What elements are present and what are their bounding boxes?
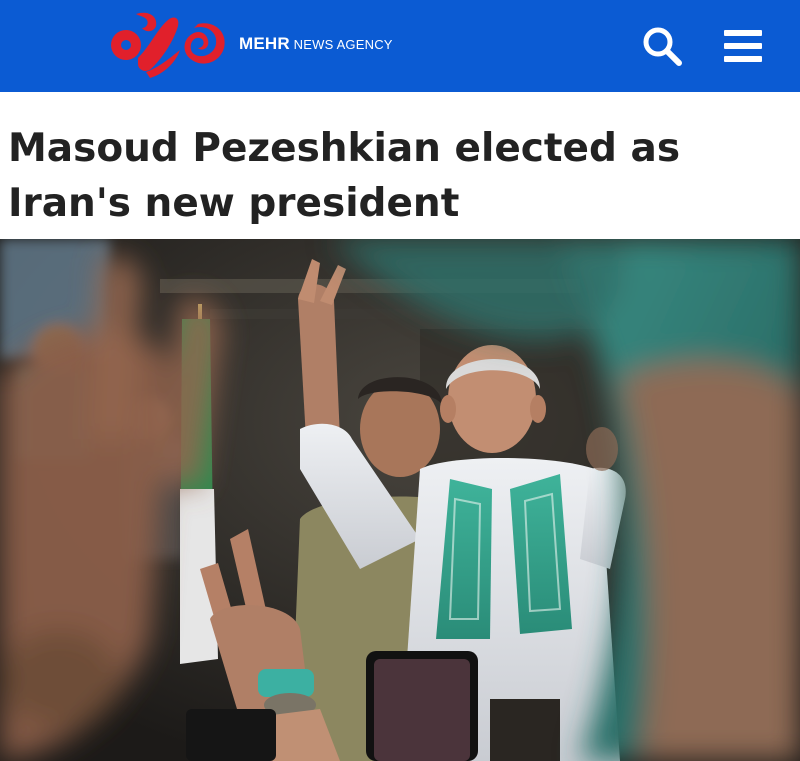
top-bar: MEHR NEWS AGENCY — [0, 0, 800, 92]
search-icon — [643, 27, 682, 66]
mehr-logo[interactable] — [106, 6, 232, 80]
hamburger-menu-icon — [724, 30, 762, 62]
article-photo — [0, 239, 800, 761]
brand-name[interactable]: MEHR NEWS AGENCY — [239, 34, 393, 55]
article-photo-image — [0, 239, 800, 761]
article-headline: Masoud Pezeshkian elected as Iran's new … — [8, 126, 681, 226]
brand-bold-text: MEHR — [239, 34, 290, 53]
page: MEHR NEWS AGENCY Masoud Pezeshkian elect… — [0, 0, 800, 761]
search-button[interactable] — [640, 24, 684, 68]
brand-rest-text: NEWS AGENCY — [289, 37, 393, 52]
mehr-logo-icon — [111, 12, 225, 78]
menu-button[interactable] — [718, 24, 768, 68]
